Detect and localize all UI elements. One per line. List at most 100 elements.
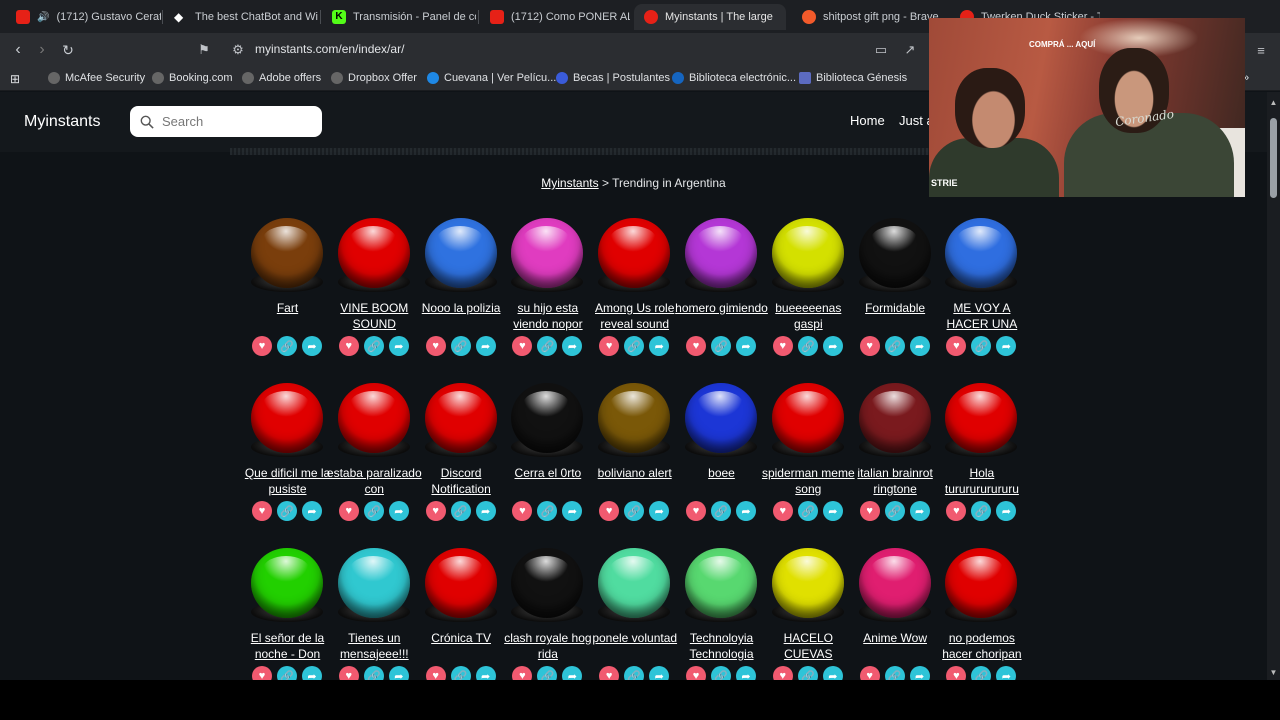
sound-title-link[interactable]: ME VOY A HACER UNA: [934, 300, 1029, 332]
share-arrow-icon[interactable]: ➦: [302, 666, 322, 680]
share-arrow-icon[interactable]: ➦: [822, 666, 843, 680]
tab-shitpost-gift[interactable]: shitpost gift png - Brave S: [792, 4, 942, 30]
copy-link-icon[interactable]: 🔗: [971, 501, 992, 521]
sound-title-link[interactable]: spiderman meme song: [761, 465, 856, 497]
reload-icon[interactable]: ↻: [58, 40, 78, 60]
nav-home[interactable]: Home: [850, 113, 885, 128]
bookmark-becas[interactable]: Becas | Postulantes: [556, 72, 670, 84]
sound-title-link[interactable]: HACELO CUEVAS: [761, 630, 856, 662]
copy-link-icon[interactable]: 🔗: [363, 501, 384, 521]
favorite-heart-icon[interactable]: ♥: [772, 501, 793, 521]
sound-title-link[interactable]: Que dificil me la pusiste: [240, 465, 335, 497]
share-arrow-icon[interactable]: ➦: [909, 336, 930, 356]
play-sound-button[interactable]: [685, 548, 757, 618]
share-arrow-icon[interactable]: ➦: [996, 666, 1017, 680]
play-sound-button[interactable]: [945, 218, 1018, 288]
favorite-heart-icon[interactable]: ♥: [338, 666, 359, 680]
copy-link-icon[interactable]: 🔗: [277, 336, 297, 356]
share-arrow-icon[interactable]: ➦: [562, 336, 583, 356]
share-arrow-icon[interactable]: ➦: [388, 501, 409, 521]
copy-link-icon[interactable]: 🔗: [711, 666, 731, 680]
menu-icon[interactable]: ≡: [1252, 41, 1270, 59]
favorite-heart-icon[interactable]: ♥: [946, 501, 967, 521]
copy-link-icon[interactable]: 🔗: [537, 336, 558, 356]
sound-title-link[interactable]: Nooo la polizia: [414, 300, 509, 316]
favorite-heart-icon[interactable]: ♥: [686, 666, 706, 680]
sound-title-link[interactable]: Discord Notification: [414, 465, 509, 497]
copy-link-icon[interactable]: 🔗: [797, 666, 818, 680]
share-arrow-icon[interactable]: ➦: [649, 336, 670, 356]
back-arrow-icon[interactable]: ‹: [8, 40, 28, 60]
play-sound-button[interactable]: [771, 218, 844, 288]
play-sound-button[interactable]: [771, 383, 844, 453]
share-arrow-icon[interactable]: ➦: [562, 501, 583, 521]
sound-title-link[interactable]: VINE BOOM SOUND: [327, 300, 422, 332]
bookmark-dropbox[interactable]: Dropbox Offer: [331, 72, 417, 84]
play-sound-button[interactable]: [598, 218, 671, 288]
play-sound-button[interactable]: [424, 218, 497, 288]
scroll-up-arrow-icon[interactable]: ▲: [1269, 98, 1278, 107]
favorite-heart-icon[interactable]: ♥: [252, 336, 272, 356]
copy-link-icon[interactable]: 🔗: [537, 666, 558, 680]
share-arrow-icon[interactable]: ➦: [649, 666, 670, 680]
favorite-heart-icon[interactable]: ♥: [772, 666, 793, 680]
play-sound-button[interactable]: [685, 383, 757, 453]
play-sound-button[interactable]: [337, 383, 410, 453]
play-sound-button[interactable]: [945, 548, 1018, 618]
bookmark-biblioteca-electronica[interactable]: Biblioteca electrónic...: [672, 72, 796, 84]
breadcrumb-home-link[interactable]: Myinstants: [541, 176, 598, 190]
play-sound-button[interactable]: [251, 218, 323, 288]
bookmark-mcafee[interactable]: McAfee Security: [48, 72, 145, 84]
tab-chatbot[interactable]: ◆ The best ChatBot and Wid: [164, 4, 318, 30]
sound-title-link[interactable]: bueeeeenas gaspi: [761, 300, 856, 332]
copy-link-icon[interactable]: 🔗: [884, 501, 905, 521]
play-sound-button[interactable]: [511, 218, 584, 288]
sound-title-link[interactable]: Fart: [240, 300, 335, 316]
copy-link-icon[interactable]: 🔗: [971, 666, 992, 680]
share-arrow-icon[interactable]: ➦: [736, 666, 756, 680]
copy-link-icon[interactable]: 🔗: [711, 336, 731, 356]
favorite-heart-icon[interactable]: ♥: [859, 336, 880, 356]
favorite-heart-icon[interactable]: ♥: [425, 666, 446, 680]
copy-link-icon[interactable]: 🔗: [884, 336, 905, 356]
favorite-heart-icon[interactable]: ♥: [946, 336, 967, 356]
sound-title-link[interactable]: Among Us role reveal sound: [587, 300, 682, 332]
share-arrow-icon[interactable]: ➦: [822, 336, 843, 356]
share-arrow-icon[interactable]: ➦: [909, 501, 930, 521]
copy-link-icon[interactable]: 🔗: [971, 336, 992, 356]
favorite-heart-icon[interactable]: ♥: [512, 336, 533, 356]
share-arrow-icon[interactable]: ➦: [996, 336, 1017, 356]
tab-myinstants[interactable]: Myinstants | The large ✕: [634, 4, 786, 30]
tab-poner-alertas[interactable]: (1712) Como PONER ALER: [480, 4, 630, 30]
favorite-heart-icon[interactable]: ♥: [859, 666, 880, 680]
copy-link-icon[interactable]: 🔗: [711, 501, 731, 521]
share-arrow-icon[interactable]: ➦: [475, 666, 496, 680]
sound-title-link[interactable]: clash royale hog rida: [500, 630, 595, 662]
share-arrow-icon[interactable]: ➦: [475, 501, 496, 521]
copy-link-icon[interactable]: 🔗: [277, 501, 297, 521]
play-sound-button[interactable]: [424, 383, 497, 453]
play-sound-button[interactable]: [424, 548, 497, 618]
favorite-heart-icon[interactable]: ♥: [859, 501, 880, 521]
apps-grid-icon[interactable]: ⊞: [10, 72, 20, 86]
play-sound-button[interactable]: [858, 218, 931, 288]
share-arrow-icon[interactable]: ➦: [996, 501, 1017, 521]
tab-gustavo-cerati[interactable]: 🔊 (1712) Gustavo Cerati: [6, 4, 161, 30]
sound-title-link[interactable]: Cerra el 0rto: [500, 465, 595, 481]
scroll-down-arrow-icon[interactable]: ▼: [1269, 668, 1278, 677]
favorite-heart-icon[interactable]: ♥: [425, 336, 446, 356]
search-box[interactable]: [130, 106, 322, 137]
tab-kick-panel[interactable]: K Transmisión - Panel de cor: [322, 4, 476, 30]
favorite-heart-icon[interactable]: ♥: [252, 501, 272, 521]
forward-arrow-icon[interactable]: ›: [32, 40, 52, 60]
sound-title-link[interactable]: ponele voluntad: [587, 630, 682, 646]
sound-title-link[interactable]: Formidable: [848, 300, 943, 316]
site-logo[interactable]: Myinstants: [24, 113, 100, 131]
favorite-heart-icon[interactable]: ♥: [599, 501, 620, 521]
cast-icon[interactable]: ▭: [872, 41, 890, 59]
favorite-heart-icon[interactable]: ♥: [512, 501, 533, 521]
bookmark-cuevana[interactable]: Cuevana | Ver Pelícu...: [427, 72, 556, 84]
favorite-heart-icon[interactable]: ♥: [686, 501, 706, 521]
url-field[interactable]: myinstants.com/en/index/ar/: [255, 42, 404, 56]
share-arrow-icon[interactable]: ➦: [302, 336, 322, 356]
